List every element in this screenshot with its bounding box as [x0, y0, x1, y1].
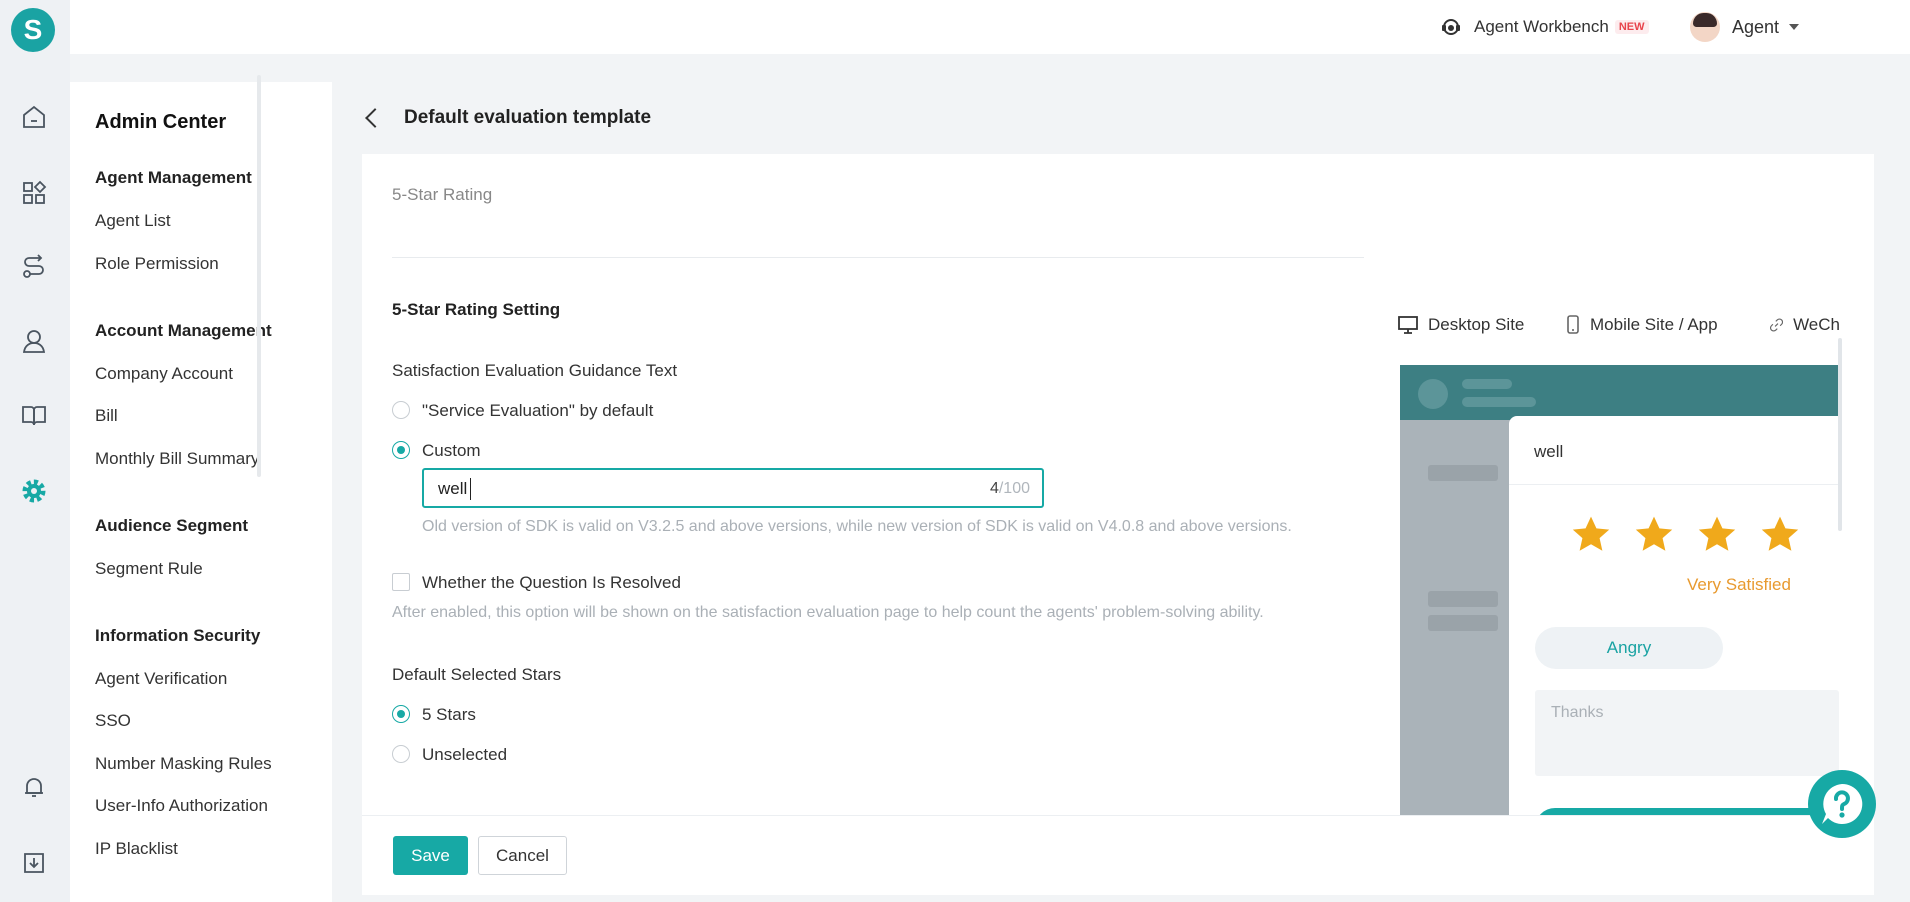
- sidebar-item-ip-blacklist[interactable]: IP Blacklist: [95, 839, 178, 859]
- book-icon[interactable]: [19, 400, 49, 430]
- download-icon[interactable]: [19, 848, 49, 878]
- sidebar-item-role-permission[interactable]: Role Permission: [95, 254, 219, 274]
- star-icon: [1698, 516, 1736, 551]
- home-icon[interactable]: [19, 102, 49, 132]
- sidebar-item-monthly-bill-summary[interactable]: Monthly Bill Summary: [95, 449, 259, 469]
- user-name: Agent: [1732, 16, 1780, 37]
- sidebar-item-agent-verification[interactable]: Agent Verification: [95, 669, 227, 689]
- page-header: Default evaluation template: [362, 100, 651, 136]
- app-logo[interactable]: S: [11, 8, 55, 52]
- preview-placeholder-line: [1462, 397, 1536, 407]
- help-button[interactable]: [1808, 770, 1876, 838]
- radio-default-guidance[interactable]: [392, 401, 410, 419]
- sdk-hint: Old version of SDK is valid on V3.2.5 an…: [422, 518, 1292, 535]
- sidebar-item-segment-rule[interactable]: Segment Rule: [95, 559, 203, 579]
- sidebar-item-bill[interactable]: Bill: [95, 406, 118, 426]
- apps-icon[interactable]: [19, 178, 49, 208]
- page-title: Default evaluation template: [404, 107, 652, 128]
- preview-placeholder-line: [1462, 379, 1512, 389]
- resolved-hint: After enabled, this option will be shown…: [392, 604, 1264, 621]
- custom-guidance-input[interactable]: well 4/100: [422, 468, 1044, 508]
- divider: [392, 257, 1364, 258]
- sidebar-item-user-info-authorization[interactable]: User-Info Authorization: [95, 796, 268, 816]
- preview-divider: [1509, 484, 1839, 485]
- sidebar-scrollbar[interactable]: [257, 75, 261, 477]
- guidance-label: Satisfaction Evaluation Guidance Text: [392, 361, 678, 380]
- template-type: 5-Star Rating: [392, 185, 493, 204]
- text-cursor: [470, 478, 471, 500]
- default-stars-label: Default Selected Stars: [392, 665, 562, 684]
- save-button[interactable]: Save: [393, 836, 468, 875]
- evaluation-preview: well Very Satisfied Angry Thanks: [1400, 365, 1839, 815]
- sidebar-group-account-management: Account Management: [95, 321, 272, 340]
- tab-mobile-site[interactable]: Mobile Site / App: [1566, 312, 1718, 338]
- icon-rail: S: [0, 0, 70, 902]
- preview-header: [1400, 365, 1839, 420]
- agent-workbench-label: Agent Workbench: [1474, 17, 1609, 36]
- preview-scrollbar[interactable]: [1838, 338, 1842, 531]
- star-icon: [1572, 516, 1610, 551]
- char-max: /100: [998, 480, 1030, 497]
- section-title: 5-Star Rating Setting: [392, 300, 561, 319]
- desktop-icon: [1398, 316, 1418, 334]
- form-footer: [362, 815, 1874, 895]
- preview-comment-box: Thanks: [1535, 690, 1839, 776]
- tag-angry: Angry: [1535, 627, 1723, 669]
- new-badge: NEW: [1614, 20, 1649, 34]
- headset-icon: [1442, 19, 1460, 35]
- link-icon: [1770, 318, 1784, 332]
- preview-rating-panel: well Very Satisfied Angry Thanks: [1509, 416, 1839, 815]
- resolved-label: Whether the Question Is Resolved: [422, 573, 681, 592]
- help-chat-icon: [1822, 783, 1863, 824]
- option-custom-label: Custom: [422, 441, 481, 460]
- sidebar-group-agent-management: Agent Management: [95, 168, 252, 187]
- tab-wechat[interactable]: WeCh: [1770, 312, 1840, 338]
- star-icon: [1635, 516, 1673, 551]
- option-default-label: "Service Evaluation" by default: [422, 401, 654, 420]
- option-unselected-label: Unselected: [422, 745, 508, 764]
- agent-icon[interactable]: [19, 326, 49, 356]
- cancel-button[interactable]: Cancel: [478, 836, 567, 875]
- preview-comment-placeholder: Thanks: [1551, 704, 1604, 721]
- char-count: 4: [989, 480, 999, 497]
- option-5-stars-label: 5 Stars: [422, 705, 476, 724]
- radio-5-stars[interactable]: [392, 705, 410, 723]
- radio-unselected[interactable]: [392, 745, 410, 763]
- sidebar-item-sso[interactable]: SSO: [95, 711, 131, 731]
- preview-placeholder-bar: [1428, 465, 1498, 481]
- agent-workbench-link[interactable]: Agent Workbench NEW: [1440, 12, 1649, 42]
- sidebar-group-audience-segment: Audience Segment: [95, 516, 249, 535]
- custom-guidance-value: well: [438, 479, 468, 498]
- preview-submit-button: [1535, 808, 1835, 815]
- preview-avatar: [1418, 379, 1448, 409]
- radio-custom-guidance[interactable]: [392, 441, 410, 459]
- rating-text: Very Satisfied: [1687, 575, 1791, 594]
- sidebar-group-information-security: Information Security: [95, 626, 261, 645]
- preview-placeholder-bar: [1428, 591, 1498, 607]
- sidebar-title: Admin Center: [95, 111, 227, 133]
- tab-desktop-label: Desktop Site: [1428, 315, 1525, 334]
- char-counter: 4/100: [990, 480, 1030, 498]
- resolved-checkbox[interactable]: [392, 573, 410, 591]
- user-menu[interactable]: Agent: [1690, 10, 1800, 44]
- preview-title: well: [1534, 442, 1564, 461]
- back-arrow-icon[interactable]: [365, 108, 385, 128]
- bell-icon[interactable]: [19, 772, 49, 802]
- tab-mobile-label: Mobile Site / App: [1590, 315, 1718, 334]
- routing-icon[interactable]: [19, 252, 49, 282]
- chevron-down-icon: [1789, 24, 1800, 30]
- admin-sidebar: Admin Center Agent Management Agent List…: [70, 82, 332, 902]
- mobile-icon: [1567, 315, 1579, 334]
- preview-placeholder-bar: [1428, 615, 1498, 631]
- sidebar-item-company-account[interactable]: Company Account: [95, 364, 233, 384]
- tab-desktop-site[interactable]: Desktop Site: [1398, 312, 1524, 338]
- star-icon: [1761, 516, 1799, 551]
- sidebar-item-agent-list[interactable]: Agent List: [95, 211, 171, 231]
- avatar: [1690, 12, 1720, 42]
- sidebar-item-number-masking-rules[interactable]: Number Masking Rules: [95, 754, 272, 774]
- tab-wechat-label: WeCh: [1793, 315, 1840, 334]
- settings-icon[interactable]: [19, 476, 49, 506]
